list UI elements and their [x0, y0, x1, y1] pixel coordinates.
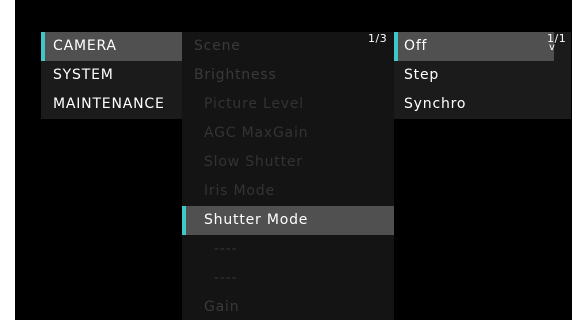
- submenu-item-shutter-mode[interactable]: Shutter Mode: [182, 206, 394, 235]
- menu-item-label: SYSTEM: [53, 67, 114, 83]
- submenu-item-slow-shutter[interactable]: Slow Shutter: [182, 148, 394, 177]
- option-label: Synchro: [404, 96, 467, 112]
- option-off[interactable]: Off: [394, 32, 554, 61]
- submenu-item-label: Gain: [204, 299, 240, 315]
- menu-item-label: CAMERA: [53, 38, 117, 54]
- submenu-item-label: ----: [214, 241, 238, 257]
- submenu-item-picture-level[interactable]: Picture Level: [182, 90, 394, 119]
- scroll-down-icon: v: [549, 42, 555, 53]
- submenu-item-label: Picture Level: [204, 96, 304, 112]
- submenu-item-gain[interactable]: Gain: [182, 293, 394, 320]
- submenu-item-label: Shutter Mode: [204, 212, 309, 228]
- option-label: Off: [404, 38, 428, 54]
- submenu-item-label: Scene: [194, 38, 241, 54]
- option-synchro[interactable]: Synchro: [394, 90, 571, 119]
- submenu-item-placeholder[interactable]: ----: [182, 264, 394, 293]
- submenu-item-label: AGC MaxGain: [204, 125, 309, 141]
- submenu-item-label: Slow Shutter: [204, 154, 303, 170]
- menu-item-label: MAINTENANCE: [53, 96, 165, 112]
- selection-accent: [41, 32, 45, 61]
- selection-accent: [182, 206, 186, 235]
- submenu-item-agc-maxgain[interactable]: AGC MaxGain: [182, 119, 394, 148]
- option-label: Step: [404, 67, 440, 83]
- selection-accent: [394, 32, 398, 61]
- submenu-item-label: Brightness: [194, 67, 277, 83]
- shutter-mode-options: Off 1/1 v Step Synchro: [394, 32, 571, 119]
- camera-osd-screen: CAMERA SYSTEM MAINTENANCE 1/3 Scene Brig…: [15, 0, 572, 320]
- submenu-item-label: ----: [214, 270, 238, 286]
- submenu-item-label: Iris Mode: [204, 183, 275, 199]
- camera-submenu: 1/3 Scene Brightness Picture Level AGC M…: [182, 32, 394, 320]
- submenu-item-placeholder[interactable]: ----: [182, 235, 394, 264]
- submenu-item-scene[interactable]: Scene: [182, 32, 394, 61]
- submenu-item-iris-mode[interactable]: Iris Mode: [182, 177, 394, 206]
- submenu-item-brightness[interactable]: Brightness: [182, 61, 394, 90]
- option-step[interactable]: Step: [394, 61, 571, 90]
